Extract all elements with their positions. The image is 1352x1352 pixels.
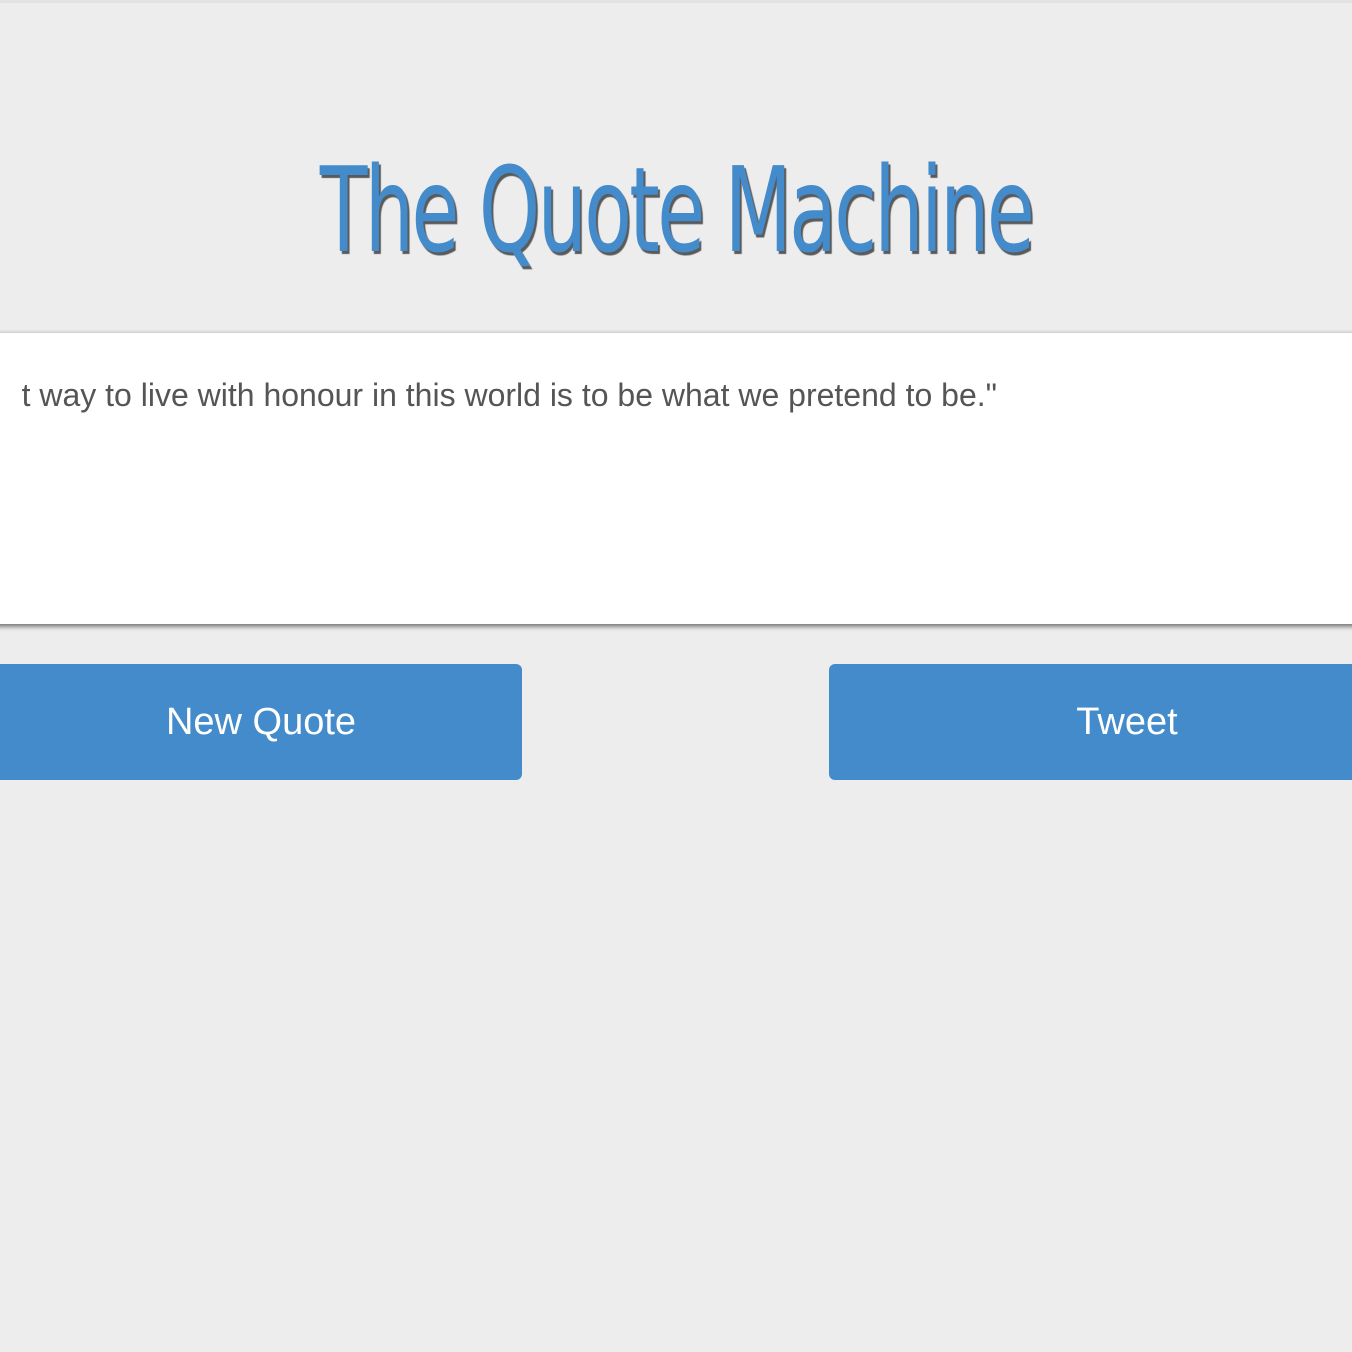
quote-card: t way to live with honour in this world … xyxy=(0,333,1352,624)
page: The Quote Machine t way to live with hon… xyxy=(0,0,1352,1352)
tweet-button[interactable]: Tweet xyxy=(829,664,1352,780)
new-quote-button[interactable]: New Quote xyxy=(0,664,522,780)
new-quote-label: New Quote xyxy=(165,700,357,743)
tweet-label: Tweet xyxy=(1076,700,1178,743)
top-border xyxy=(0,0,1352,3)
quote-text: t way to live with honour in this world … xyxy=(21,377,997,413)
page-title: The Quote Machine xyxy=(319,141,1035,279)
